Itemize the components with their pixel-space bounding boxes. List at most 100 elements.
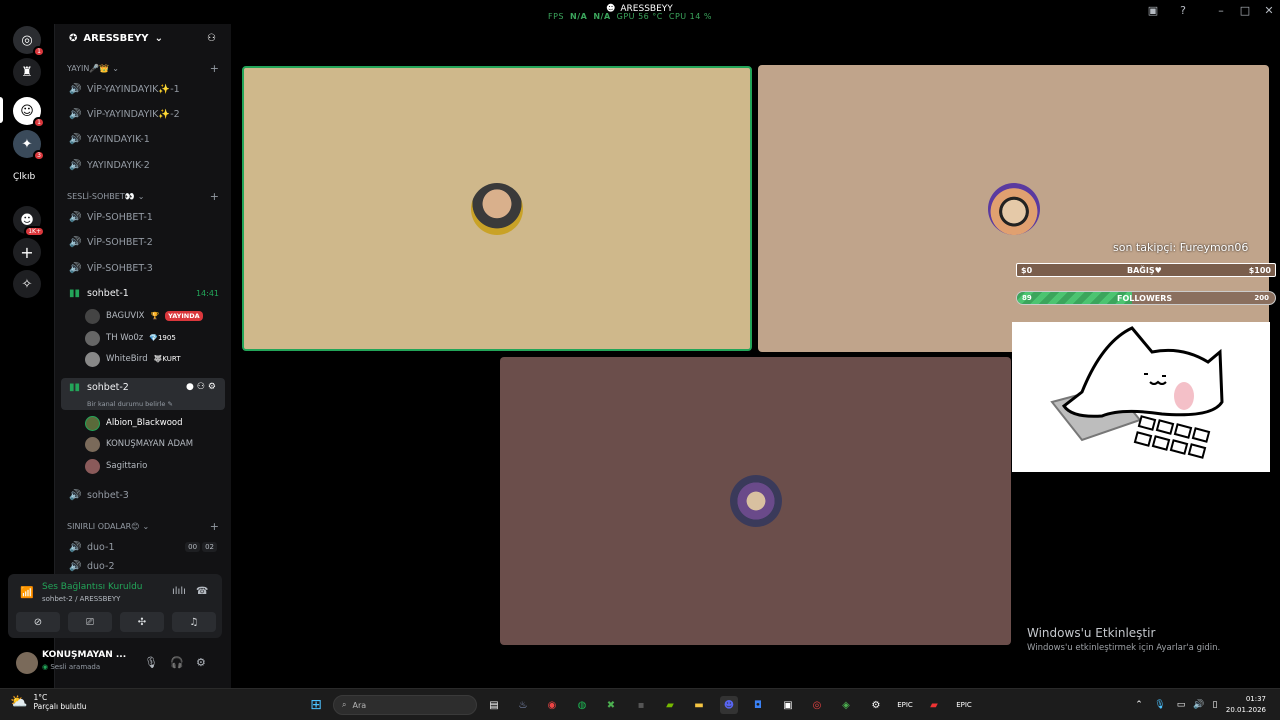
start-icon[interactable]: ⊞ (307, 696, 325, 714)
channel-yayindayik-1[interactable]: 🔊 YAYINDAYIK-1 (61, 128, 225, 150)
disconnect-icon[interactable]: ☎ (196, 586, 208, 597)
channel-duo-2[interactable]: 🔊 duo-2 (61, 560, 225, 572)
participant-tile[interactable] (242, 66, 752, 351)
discord-taskbar-icon[interactable]: ☻ (720, 696, 738, 714)
settings-gear-icon[interactable]: ⚙ (196, 656, 206, 669)
maximize-button[interactable]: □ (1238, 4, 1252, 18)
voice-member[interactable]: Albion_Blackwood (85, 413, 183, 433)
file-explorer-icon[interactable]: ▬ (690, 696, 708, 714)
channel-label: sohbet-2 (87, 382, 129, 393)
category-yayin[interactable]: YAYIN🎤👑 ⌄ + (67, 62, 219, 75)
epic-games-icon[interactable]: EPIC (896, 696, 914, 714)
add-channel-icon[interactable]: + (210, 190, 219, 203)
clock-date: 20.01.2026 (1225, 706, 1266, 714)
inbox-icon[interactable]: ▣ (1146, 4, 1160, 18)
app-icon[interactable]: ▪ (632, 696, 650, 714)
voice-member[interactable]: WhiteBird 🐺KURT (85, 349, 181, 369)
voice-member[interactable]: Sagittario (85, 456, 147, 476)
avatar (85, 436, 100, 452)
app-icon-4[interactable]: ◎ (808, 696, 826, 714)
chrome-icon[interactable]: ◉ (543, 696, 561, 714)
add-channel-icon[interactable]: + (210, 520, 219, 533)
headphones-icon[interactable]: 🎧 (170, 656, 184, 669)
server-icon-2[interactable]: ☺ 1 (13, 97, 45, 128)
channel-sohbet-1[interactable]: ▮▮ sohbet-1 14:41 (61, 282, 225, 304)
clock[interactable]: 01:37 20.01.2026 (1226, 694, 1266, 716)
app-icon-3[interactable]: ▣ (779, 696, 797, 714)
user-status-text: Sesli aramada (50, 663, 101, 671)
channel-vip-yayindayik-1[interactable]: 🔊 VİP-YAYINDAYIK✨-1 (61, 78, 225, 100)
epic-games-icon-2[interactable]: EPIC (955, 696, 973, 714)
tray-chevron-icon[interactable]: ⌃ (1130, 696, 1148, 714)
speaker-icon: 🔊 (69, 262, 82, 274)
app-icon-5[interactable]: ◈ (837, 696, 855, 714)
avatar[interactable] (16, 652, 38, 674)
server-icon-3[interactable]: ✦ 3 (13, 130, 45, 161)
server-icon-4[interactable]: ☻ 1K+ (13, 206, 45, 237)
participant-avatar (471, 182, 523, 235)
participant-tile[interactable] (758, 65, 1269, 352)
user-name[interactable]: KONUŞMAYAN ... (42, 650, 126, 660)
settings-icon[interactable]: ⚙ (867, 696, 885, 714)
microphone-icon[interactable]: 🎙 (144, 656, 158, 669)
help-icon[interactable]: ? (1176, 4, 1190, 18)
user-limit: 00 02 (185, 542, 217, 552)
participant-tile[interactable] (500, 357, 1011, 645)
avatar (85, 330, 100, 346)
voice-channel-path[interactable]: sohbet-2 / ARESSBEYY (42, 595, 120, 603)
spotify-icon[interactable]: ◍ (573, 696, 591, 714)
server-folder-label[interactable]: Çlkıb (13, 172, 35, 182)
last-follower-text: son takipçi: Fureymon06 (1113, 241, 1249, 254)
channel-vip-yayindayik-2[interactable]: 🔊 VİP-YAYINDAYIK✨-2 (61, 103, 225, 125)
discord-home-icon[interactable]: ◎ 1 (13, 26, 45, 57)
steam-icon[interactable]: ♨ (514, 696, 532, 714)
voice-status[interactable]: Ses Bağlantısı Kuruldu (42, 582, 142, 592)
weather-widget[interactable]: ⛅ 1°C Parçalı bulutlu (10, 693, 87, 711)
minimize-button[interactable]: – (1214, 4, 1228, 18)
add-server-icon[interactable]: + (13, 238, 41, 266)
noise-suppression-icon[interactable]: ılılı (172, 586, 186, 597)
speaker-icon: 🔊 (69, 211, 82, 223)
voice-member[interactable]: KONUŞMAYAN ADAM (85, 434, 193, 454)
channel-vip-sohbet-2[interactable]: 🔊 VİP-SOHBET-2 (61, 231, 225, 253)
channel-label: duo-2 (87, 560, 115, 572)
channel-duo-1[interactable]: 🔊 duo-1 00 02 (61, 536, 225, 558)
activities-button[interactable]: ✣ (120, 612, 164, 632)
channel-vip-sohbet-1[interactable]: 🔊 VİP-SOHBET-1 (61, 206, 225, 228)
speaker-icon: 🔊 (69, 108, 82, 120)
app-icon-6[interactable]: ▰ (925, 696, 943, 714)
app-icon-2[interactable]: ◘ (749, 696, 767, 714)
avatar (85, 415, 100, 431)
nvidia-icon[interactable]: ▰ (661, 696, 679, 714)
taskbar-search[interactable]: ⌕ Ara (333, 695, 477, 715)
category-sesli-sohbet[interactable]: SESLİ-SOHBET👀 ⌄ + (67, 190, 219, 203)
add-member-icon[interactable]: ⚇ (207, 33, 216, 44)
screen-share-button[interactable]: ⎚ (68, 612, 112, 632)
voice-member[interactable]: TH Wo0z 💎1905 (85, 328, 176, 348)
channel-sohbet-3[interactable]: 🔊 sohbet-3 (61, 484, 225, 506)
speaker-icon: 🔊 (69, 560, 82, 572)
channel-actions[interactable]: ●⚇⚙ (186, 382, 219, 392)
camera-off-button[interactable]: ⊘ (16, 612, 60, 632)
voice-member[interactable]: BAGUVIX 🏆 YAYINDA (85, 306, 203, 326)
task-view-icon[interactable]: ▤ (485, 696, 503, 714)
tray-network-icon[interactable]: ▭ (1172, 696, 1190, 714)
close-button[interactable]: ✕ (1262, 4, 1276, 18)
donation-max: $100 (1248, 265, 1271, 275)
xbox-icon[interactable]: ✖ (602, 696, 620, 714)
channel-vip-sohbet-3[interactable]: 🔊 VİP-SOHBET-3 (61, 257, 225, 279)
user-limit-value: 02 (202, 542, 217, 552)
add-channel-icon[interactable]: + (210, 62, 219, 75)
tray-mic-icon[interactable]: 🎙 (1151, 696, 1169, 714)
guild-header[interactable]: ✪ ARESSBEYY ⌄ ⚇ (55, 24, 232, 52)
channel-status[interactable]: Bir kanal durumu belirle ✎ (87, 400, 173, 408)
followers-progress-fill (1017, 292, 1132, 304)
soundboard-button[interactable]: ♫ (172, 612, 216, 632)
discover-icon[interactable]: ✧ (13, 270, 41, 298)
tray-battery-icon[interactable]: ▯ (1206, 696, 1224, 714)
channel-status-text: Bir kanal durumu belirle (87, 400, 166, 408)
user-status: ◉ Sesli aramada (42, 663, 100, 671)
channel-yayindayik-2[interactable]: 🔊 YAYINDAYIK-2 (61, 154, 225, 176)
category-sinirli-odalar[interactable]: SINIRLI ODALAR😊 ⌄ + (67, 520, 219, 533)
server-icon-1[interactable]: ♜ (13, 58, 41, 86)
